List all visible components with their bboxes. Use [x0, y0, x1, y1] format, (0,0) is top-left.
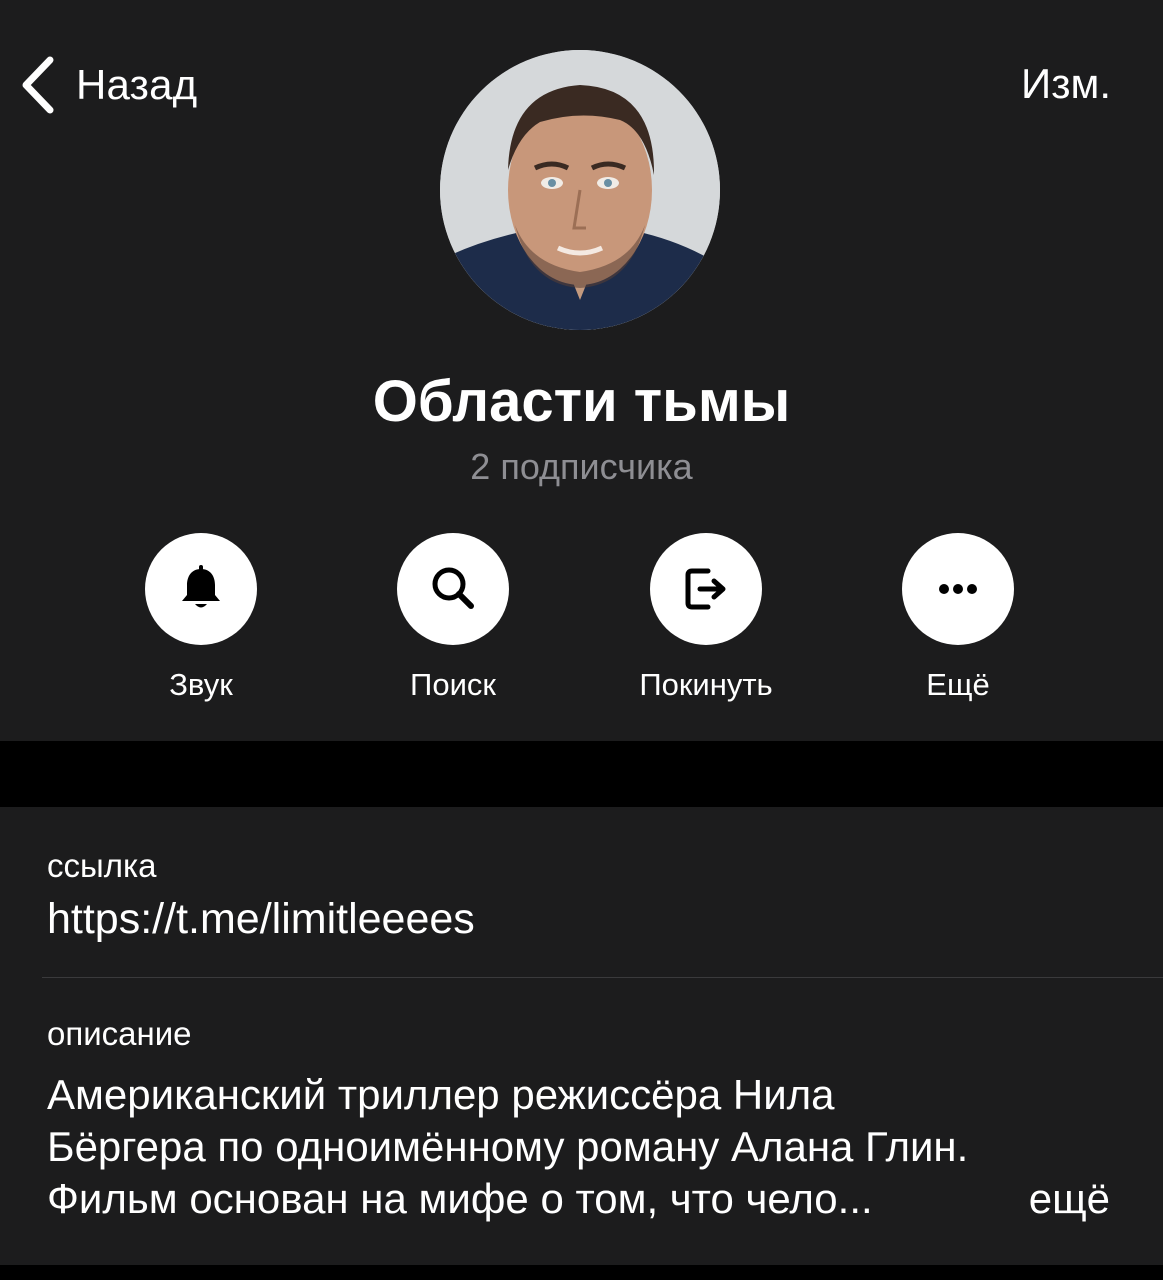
channel-info: ссылка https://t.me/limitleeees описание…	[0, 807, 1163, 1265]
sound-button[interactable]: Звук	[101, 533, 301, 703]
sound-button-circle[interactable]	[145, 533, 257, 645]
channel-title: Области тьмы	[372, 369, 791, 434]
search-button[interactable]: Поиск	[353, 533, 553, 703]
divider	[42, 977, 1163, 978]
description-text: Американский триллер режиссёра Нила Бёрг…	[47, 1069, 1127, 1225]
description-line: Бёргера по одноимённому роману Алана Гли…	[47, 1123, 969, 1170]
more-icon	[939, 584, 977, 594]
leave-label: Покинуть	[639, 667, 773, 702]
bell-icon	[182, 565, 220, 608]
back-button[interactable]: Назад	[18, 52, 197, 118]
back-label: Назад	[76, 61, 198, 108]
search-icon	[432, 567, 474, 609]
channel-avatar[interactable]	[440, 50, 720, 330]
search-button-circle[interactable]	[397, 533, 509, 645]
more-button[interactable]: Ещё	[858, 533, 1058, 703]
link-label: ссылка	[47, 847, 157, 884]
sound-label: Звук	[169, 667, 233, 702]
more-button-circle[interactable]	[902, 533, 1014, 645]
subscriber-count: 2 подписчика	[470, 446, 693, 487]
channel-header: Назад Изм. Области тьмы 2 подписчика Зву…	[0, 0, 1163, 741]
chevron-left-icon	[22, 56, 54, 114]
edit-button[interactable]: Изм.	[1021, 60, 1111, 108]
description-line-last: Фильм основан на мифе о том, что чело...…	[47, 1173, 1110, 1225]
channel-link[interactable]: https://t.me/limitleeees	[47, 895, 475, 944]
more-label: Ещё	[926, 667, 990, 702]
leave-icon	[685, 568, 726, 610]
description-line: Американский триллер режиссёра Нила	[47, 1071, 835, 1118]
description-line: Фильм основан на мифе о том, что чело...	[47, 1175, 873, 1222]
leave-button-circle[interactable]	[650, 533, 762, 645]
description-label: описание	[47, 1015, 192, 1052]
search-label: Поиск	[410, 667, 496, 702]
description-more-link[interactable]: ещё	[1029, 1173, 1110, 1225]
leave-button[interactable]: Покинуть	[606, 533, 806, 703]
